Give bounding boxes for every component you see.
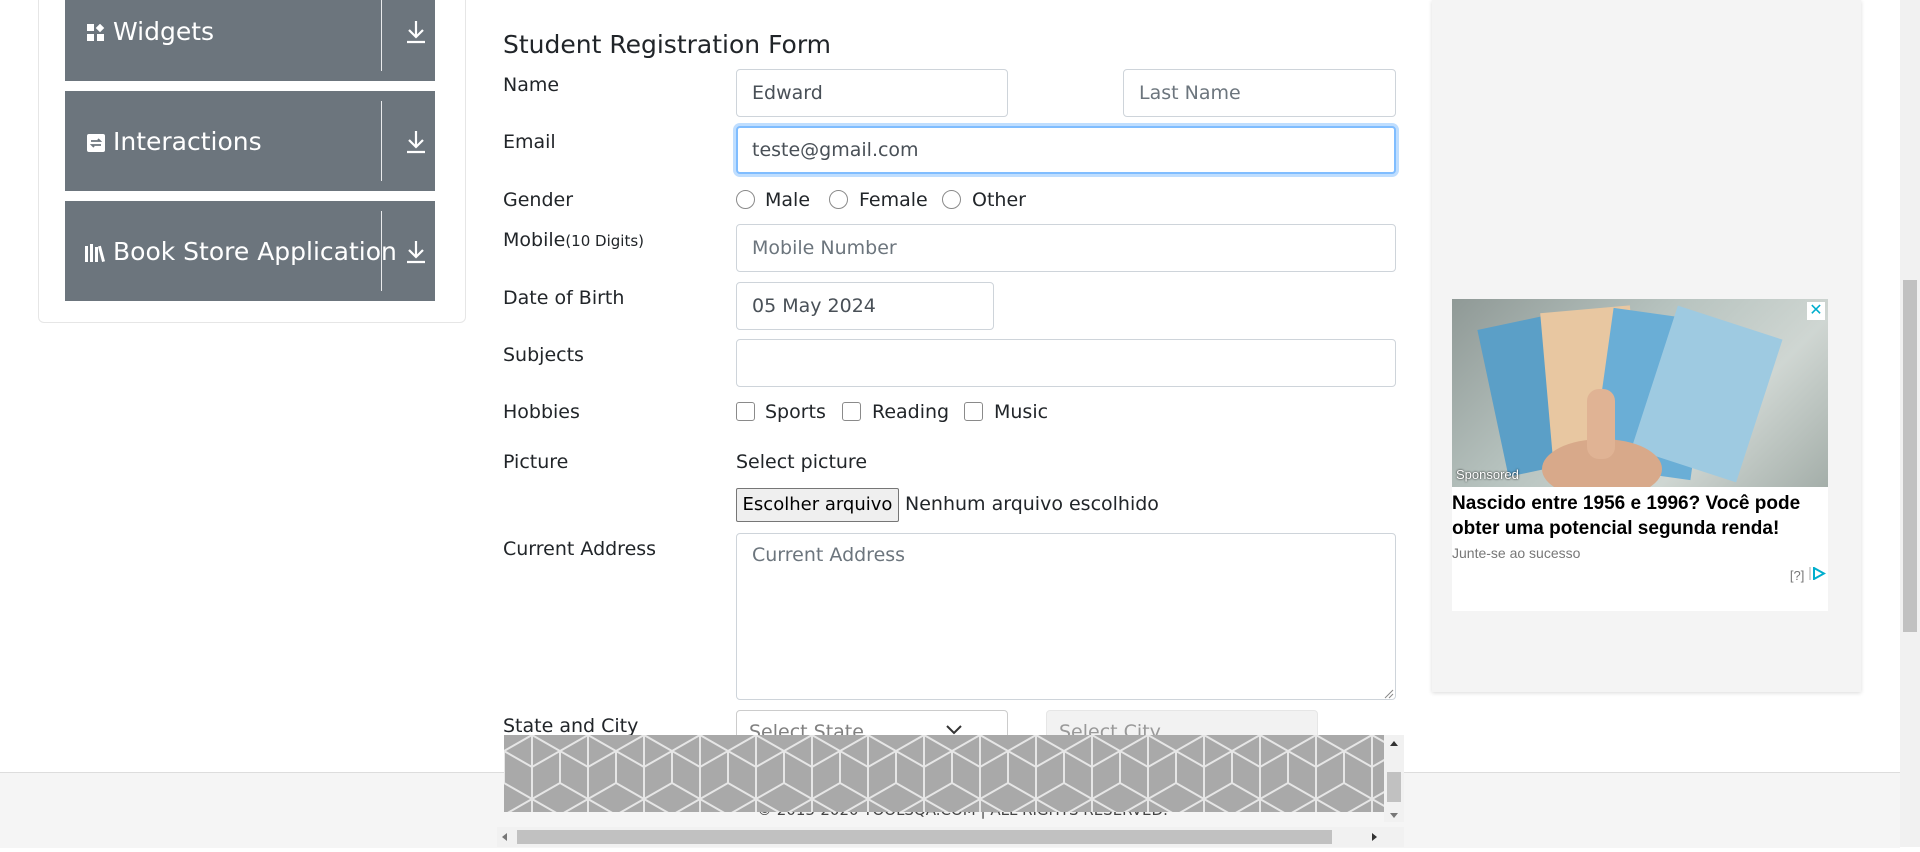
iframe-horizontal-scrollbar[interactable] [497, 827, 1404, 847]
date-of-birth-input[interactable]: 05 May 2024 [736, 282, 994, 330]
ad-subtext[interactable]: Junte-se ao sucesso [1452, 545, 1580, 561]
hobby-sports-label[interactable]: Sports [765, 401, 826, 423]
group-header-widgets[interactable]: Widgets [65, 0, 435, 81]
choose-file-button[interactable]: Escolher arquivo [736, 488, 899, 522]
gender-female-label[interactable]: Female [859, 189, 928, 211]
dob-label: Date of Birth [503, 287, 625, 309]
form-title: Student Registration Form [503, 30, 832, 59]
download-icon[interactable] [404, 239, 428, 265]
interactions-icon [87, 134, 105, 152]
group-label: Interactions [113, 127, 262, 156]
hobby-sports-checkbox[interactable] [736, 402, 755, 421]
group-label: Widgets [113, 17, 215, 46]
gender-male-radio[interactable] [736, 190, 755, 209]
iframe-vertical-scrollbar[interactable] [1384, 735, 1404, 822]
state-city-label: State and City [503, 715, 639, 737]
last-name-input[interactable]: Last Name [1123, 69, 1396, 117]
name-label: Name [503, 74, 560, 96]
widgets-icon [87, 23, 105, 42]
divider [381, 211, 382, 291]
email-label: Email [503, 131, 556, 153]
page-scrollbar-thumb[interactable] [1903, 280, 1917, 632]
mobile-hint: (10 Digits) [565, 232, 644, 250]
gender-female-radio[interactable] [829, 190, 848, 209]
hobby-reading-label[interactable]: Reading [872, 401, 949, 423]
file-status-text: Nenhum arquivo escolhido [905, 493, 1159, 515]
group-header-book-store[interactable]: Book Store Application [65, 201, 435, 301]
hobby-music-checkbox[interactable] [964, 402, 983, 421]
ad-choices[interactable]: [?] [1790, 566, 1827, 583]
divider [381, 101, 382, 181]
download-icon[interactable] [404, 129, 428, 155]
hobbies-label: Hobbies [503, 401, 580, 423]
ad-info-text[interactable]: [?] [1790, 568, 1804, 583]
group-header-interactions[interactable]: Interactions [65, 91, 435, 191]
current-address-label: Current Address [503, 538, 657, 560]
subjects-label: Subjects [503, 344, 584, 366]
gender-other-radio[interactable] [942, 190, 961, 209]
subjects-input[interactable] [736, 339, 1396, 387]
mobile-label: Mobile(10 Digits) [503, 229, 644, 251]
gender-other-label[interactable]: Other [972, 189, 1026, 211]
mobile-label-text: Mobile [503, 229, 566, 251]
ad-image[interactable]: Sponsored ✕ [1452, 299, 1828, 487]
select-picture-text: Select picture [736, 451, 868, 473]
gender-label: Gender [503, 189, 574, 211]
ad-card[interactable]: Sponsored ✕ Nascido entre 1956 e 1996? V… [1452, 299, 1828, 611]
hobby-reading-checkbox[interactable] [842, 402, 861, 421]
divider [381, 0, 382, 71]
ad-choices-icon[interactable] [1808, 566, 1827, 583]
ad-headline[interactable]: Nascido entre 1956 e 1996? Você pode obt… [1452, 491, 1828, 541]
first-name-input[interactable]: Edward [736, 69, 1008, 117]
download-icon[interactable] [404, 19, 428, 45]
overlay-ad-banner[interactable] [504, 735, 1384, 812]
mobile-input[interactable]: Mobile Number [736, 224, 1396, 272]
group-label: Book Store Application [113, 237, 397, 266]
current-address-textarea[interactable]: Current Address [736, 533, 1396, 700]
gender-male-label[interactable]: Male [765, 189, 810, 211]
sponsored-label: Sponsored [1456, 467, 1519, 482]
email-input[interactable]: teste@gmail.com [736, 126, 1396, 174]
picture-label: Picture [503, 451, 569, 473]
resize-handle-icon[interactable] [1382, 686, 1394, 704]
book-store-icon [85, 244, 107, 262]
close-icon[interactable]: ✕ [1807, 302, 1825, 320]
hobby-music-label[interactable]: Music [994, 401, 1048, 423]
